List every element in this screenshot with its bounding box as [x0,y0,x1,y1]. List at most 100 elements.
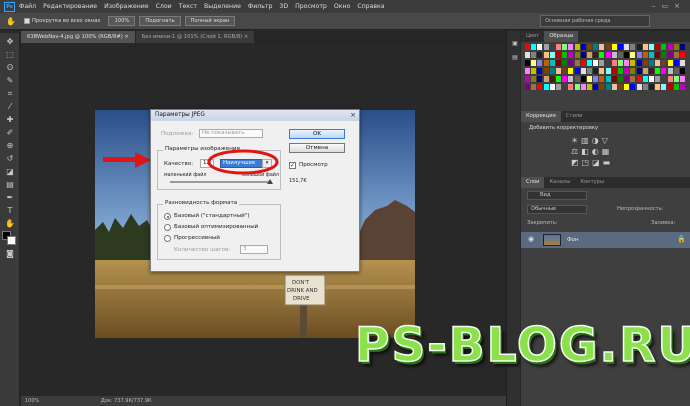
eyedropper-tool-icon[interactable]: ⁄ [4,102,16,112]
color-swatch[interactable] [649,84,654,90]
background-color-swatch[interactable] [7,236,16,245]
color-swatch[interactable] [562,60,568,66]
color-swatch[interactable] [562,76,568,82]
color-swatch[interactable] [624,84,630,90]
color-swatch[interactable] [549,68,555,74]
color-swatch[interactable] [611,60,617,66]
color-swatch[interactable] [562,84,568,90]
color-swatch[interactable] [599,60,605,66]
color-swatch[interactable] [673,44,679,50]
color-swatch[interactable] [531,84,537,90]
tab-color[interactable]: Цвет [521,31,544,42]
color-swatch[interactable] [642,84,648,90]
color-swatch[interactable] [673,52,679,58]
color-swatch[interactable] [655,84,661,90]
menu-filter[interactable]: Фильтр [248,3,272,10]
color-swatch[interactable] [605,52,611,58]
color-swatch[interactable] [618,76,623,82]
visibility-eye-icon[interactable]: ◉ [528,235,534,243]
color-swatch[interactable] [574,68,580,74]
color-swatch[interactable] [580,44,586,50]
color-swatch[interactable] [599,52,605,58]
color-swatch[interactable] [618,84,623,90]
color-swatch[interactable] [661,52,667,58]
color-swatch[interactable] [531,68,537,74]
preview-checkbox[interactable]: ✓ [289,162,296,169]
color-swatch[interactable] [630,60,636,66]
color-swatch[interactable] [556,68,561,74]
color-swatch[interactable] [587,44,592,50]
quick-mask-icon[interactable]: ◙ [4,249,16,259]
color-swatch[interactable] [605,76,611,82]
clone-tool-icon[interactable]: ⊕ [4,141,16,151]
zoom-100-button[interactable]: 100% [108,16,136,26]
tab-channels[interactable]: Каналы [544,177,575,188]
color-swatch[interactable] [673,76,679,82]
zoom-level[interactable]: 100% [25,398,39,404]
quality-slider-track[interactable] [170,179,273,184]
marquee-tool-icon[interactable]: ⬚ [4,50,16,60]
color-swatch[interactable] [605,44,611,50]
color-swatch[interactable] [624,52,630,58]
color-swatch[interactable] [537,84,543,90]
color-swatch[interactable] [636,76,642,82]
layer-row-background[interactable]: ◉ Фон 🔒 [521,232,690,248]
color-swatch[interactable] [605,60,611,66]
color-swatch[interactable] [661,76,667,82]
color-swatch[interactable] [655,44,661,50]
color-swatch[interactable] [549,44,555,50]
color-swatch[interactable] [543,52,549,58]
brush-tool-icon[interactable]: ✐ [4,128,16,138]
color-swatch[interactable] [525,76,530,82]
format-baseline-radio[interactable] [164,213,171,220]
color-swatch[interactable] [630,84,636,90]
menu-select[interactable]: Выделение [204,3,241,10]
color-swatch[interactable] [549,52,555,58]
color-swatch[interactable] [537,44,543,50]
menu-view[interactable]: Просмотр [295,3,327,10]
color-swatch[interactable] [611,52,617,58]
adjustment-icons[interactable]: ☀▥◑▽ ⚖◧◐▦ ◩◳◪▬ [571,135,651,168]
fit-screen-button[interactable]: Подогнать [139,16,181,26]
color-swatch[interactable] [649,60,654,66]
color-swatch[interactable] [549,76,555,82]
color-swatch[interactable] [611,68,617,74]
color-swatch[interactable] [661,60,667,66]
color-swatch[interactable] [543,76,549,82]
color-swatch[interactable] [624,68,630,74]
color-swatch[interactable] [636,68,642,74]
dialog-close-icon[interactable]: × [350,111,356,119]
swatch-grid[interactable] [525,44,687,92]
color-swatch[interactable] [649,52,654,58]
color-swatch[interactable] [655,76,661,82]
color-swatch[interactable] [673,84,679,90]
color-swatch[interactable] [667,76,673,82]
color-swatch[interactable] [624,76,630,82]
color-swatch[interactable] [593,52,599,58]
color-swatch[interactable] [525,68,530,74]
color-swatch[interactable] [543,44,549,50]
color-swatch[interactable] [531,52,537,58]
color-swatch[interactable] [667,52,673,58]
color-swatch[interactable] [556,76,561,82]
color-swatch[interactable] [580,52,586,58]
color-swatch[interactable] [580,60,586,66]
color-swatch[interactable] [531,44,537,50]
pen-tool-icon[interactable]: ✒ [4,193,16,203]
color-swatch[interactable] [667,60,673,66]
color-swatch[interactable] [531,60,537,66]
color-swatch[interactable] [574,76,580,82]
menu-3d[interactable]: 3D [279,3,288,10]
lasso-tool-icon[interactable]: ʘ [4,63,16,73]
tab-layers[interactable]: Слои [521,177,545,188]
color-swatch[interactable] [568,76,574,82]
menu-help[interactable]: Справка [357,3,384,10]
color-swatch[interactable] [655,60,661,66]
color-swatch[interactable] [580,84,586,90]
crop-tool-icon[interactable]: ⌗ [4,89,16,99]
color-swatch[interactable] [680,60,685,66]
color-swatch[interactable] [636,52,642,58]
color-swatch[interactable] [599,44,605,50]
color-swatch[interactable] [593,76,599,82]
history-panel-icon[interactable]: ▣ [509,39,521,49]
